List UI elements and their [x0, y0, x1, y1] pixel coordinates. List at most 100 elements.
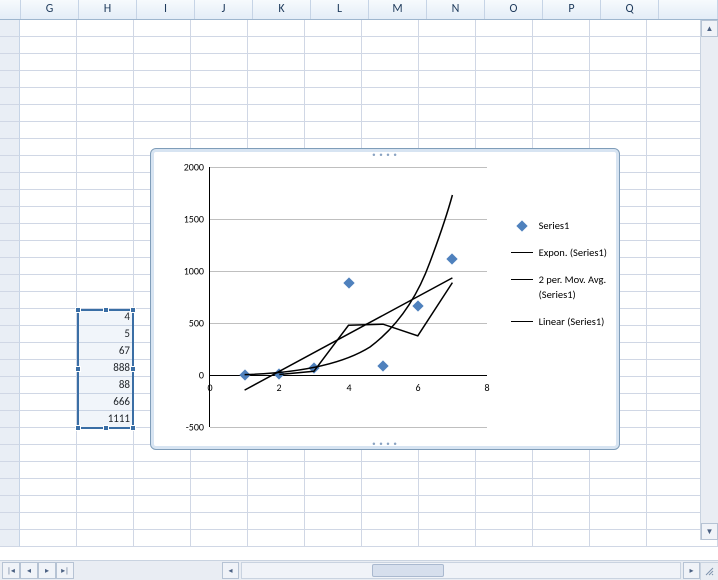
cell[interactable] — [20, 20, 77, 37]
scroll-up-icon[interactable]: ▲ — [701, 20, 718, 37]
cell[interactable] — [305, 20, 362, 37]
next-sheet-icon[interactable]: ▸ — [38, 562, 56, 579]
cell[interactable] — [20, 156, 77, 173]
cell[interactable] — [419, 530, 476, 547]
cell[interactable] — [77, 275, 134, 292]
cell[interactable] — [533, 479, 590, 496]
cell[interactable] — [191, 122, 248, 139]
cell[interactable] — [77, 122, 134, 139]
cell[interactable] — [248, 496, 305, 513]
cell[interactable] — [20, 224, 77, 241]
cell[interactable] — [77, 71, 134, 88]
cell[interactable] — [77, 139, 134, 156]
cell[interactable] — [590, 530, 647, 547]
cell[interactable] — [476, 88, 533, 105]
cell[interactable] — [191, 530, 248, 547]
cell[interactable] — [77, 513, 134, 530]
cell[interactable] — [305, 513, 362, 530]
cell[interactable] — [305, 54, 362, 71]
cell[interactable] — [191, 20, 248, 37]
cell[interactable] — [248, 71, 305, 88]
cell[interactable] — [134, 496, 191, 513]
cell[interactable] — [590, 122, 647, 139]
cell[interactable] — [533, 20, 590, 37]
cell[interactable] — [20, 207, 77, 224]
legend-item-movavg[interactable]: 2 per. Mov. Avg. — [511, 273, 607, 286]
cell[interactable] — [533, 88, 590, 105]
cell[interactable] — [20, 258, 77, 275]
cell[interactable] — [476, 105, 533, 122]
cell[interactable] — [419, 37, 476, 54]
cell[interactable] — [533, 71, 590, 88]
col-header[interactable]: M — [369, 0, 427, 19]
cell[interactable] — [362, 513, 419, 530]
cell[interactable] — [77, 241, 134, 258]
cell[interactable] — [476, 530, 533, 547]
cell[interactable]: 67 — [77, 343, 134, 360]
cell[interactable] — [533, 122, 590, 139]
cell[interactable] — [77, 428, 134, 445]
cell[interactable] — [590, 20, 647, 37]
cell[interactable] — [590, 71, 647, 88]
cell[interactable] — [533, 105, 590, 122]
cell[interactable] — [476, 54, 533, 71]
col-header[interactable]: J — [195, 0, 253, 19]
cell[interactable] — [77, 530, 134, 547]
cell[interactable]: 888 — [77, 360, 134, 377]
cell[interactable] — [77, 207, 134, 224]
cell[interactable] — [134, 462, 191, 479]
cell[interactable] — [419, 479, 476, 496]
chart-legend[interactable]: Series1 Expon. (Series1) 2 per. Mov. Avg… — [511, 219, 607, 328]
cell[interactable] — [248, 37, 305, 54]
sheet-tab-nav[interactable]: |◂ ◂ ▸ ▸| — [0, 562, 222, 579]
cell[interactable] — [248, 20, 305, 37]
cell[interactable] — [590, 105, 647, 122]
cell[interactable] — [419, 122, 476, 139]
cell[interactable] — [590, 513, 647, 530]
last-sheet-icon[interactable]: ▸| — [56, 562, 74, 579]
cell[interactable] — [20, 88, 77, 105]
cell[interactable] — [248, 462, 305, 479]
cell[interactable] — [77, 37, 134, 54]
vertical-scrollbar[interactable]: ▲ ▼ — [700, 20, 718, 540]
cell[interactable] — [476, 513, 533, 530]
cell[interactable] — [362, 122, 419, 139]
legend-item-expon[interactable]: Expon. (Series1) — [511, 246, 607, 259]
hscroll-track[interactable] — [241, 562, 681, 579]
cell[interactable] — [362, 71, 419, 88]
cell[interactable] — [20, 343, 77, 360]
cell[interactable] — [419, 20, 476, 37]
cell[interactable] — [590, 88, 647, 105]
cell[interactable] — [362, 20, 419, 37]
cell[interactable] — [20, 479, 77, 496]
cell[interactable] — [362, 37, 419, 54]
chart-grip-icon[interactable]: • • • • — [372, 150, 398, 159]
col-header[interactable]: O — [485, 0, 543, 19]
cell[interactable] — [20, 377, 77, 394]
cell[interactable] — [77, 88, 134, 105]
cell[interactable] — [77, 224, 134, 241]
cell[interactable] — [305, 496, 362, 513]
cell[interactable] — [20, 122, 77, 139]
cell[interactable] — [533, 513, 590, 530]
cell[interactable] — [305, 37, 362, 54]
cell[interactable] — [20, 360, 77, 377]
cell[interactable] — [77, 20, 134, 37]
cell[interactable] — [419, 71, 476, 88]
cell[interactable] — [20, 173, 77, 190]
cell[interactable] — [191, 71, 248, 88]
cell[interactable] — [362, 530, 419, 547]
cell[interactable] — [305, 479, 362, 496]
cell[interactable] — [20, 275, 77, 292]
cell[interactable] — [476, 479, 533, 496]
cell[interactable]: 5 — [77, 326, 134, 343]
cell[interactable] — [305, 71, 362, 88]
cell[interactable] — [533, 462, 590, 479]
cell[interactable] — [590, 37, 647, 54]
plot-area[interactable]: 2000 1500 1000 500 0 -500 0 2 4 6 8 — [209, 167, 487, 427]
cell[interactable] — [77, 54, 134, 71]
col-header[interactable]: G — [21, 0, 79, 19]
cell[interactable] — [77, 258, 134, 275]
cell[interactable] — [590, 54, 647, 71]
cell[interactable] — [476, 37, 533, 54]
